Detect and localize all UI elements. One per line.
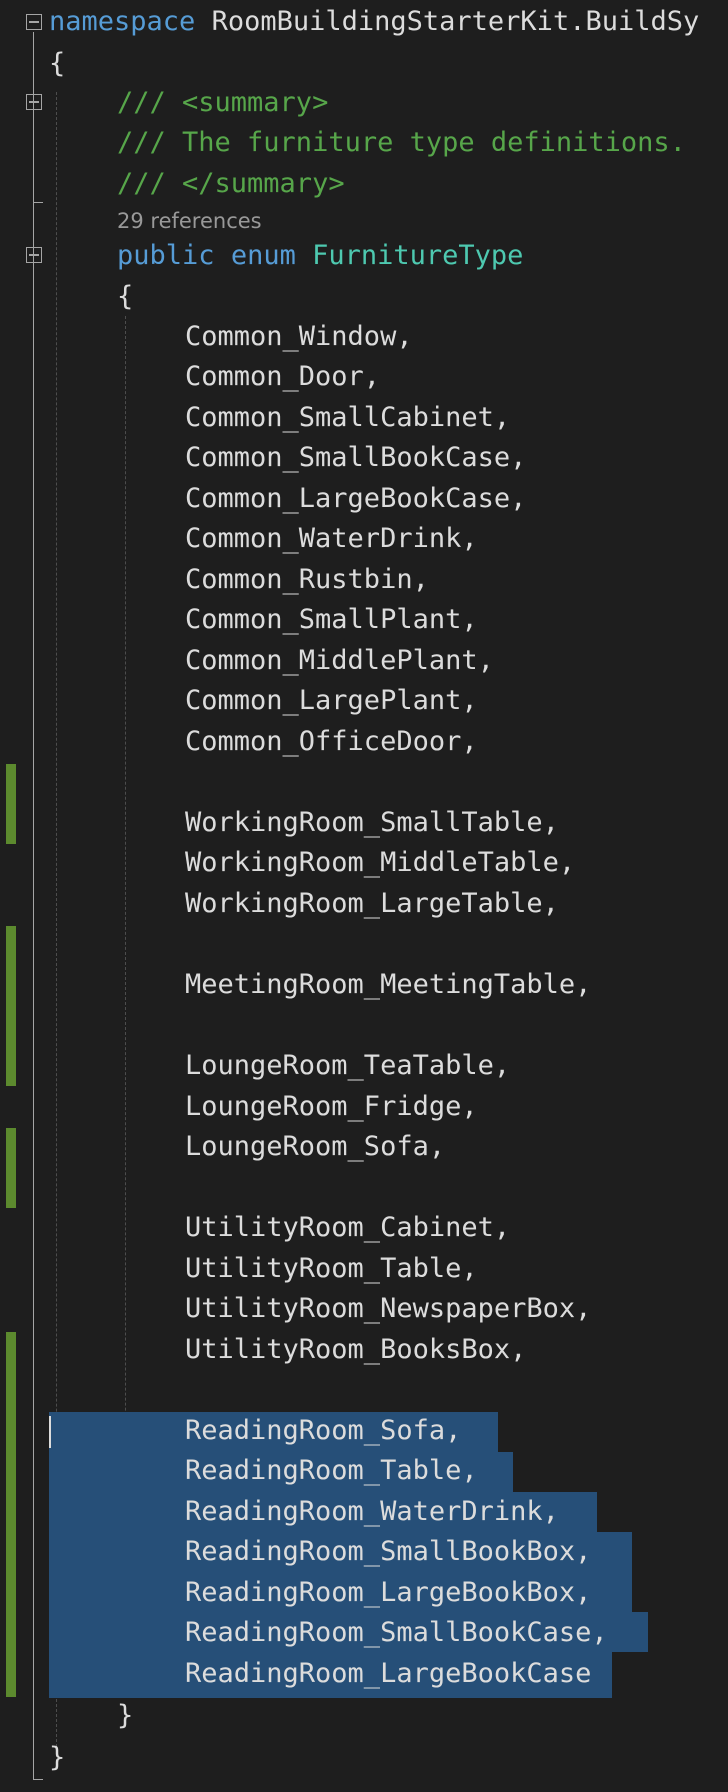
code-line[interactable]: Common_SmallCabinet, [0,398,728,438]
open-brace: { [117,281,134,312]
enum-member: Common_Rustbin, [185,564,429,595]
code-line[interactable]: UtilityRoom_NewspaperBox, [0,1289,728,1329]
code-line[interactable]: Common_MiddlePlant, [0,641,728,681]
enum-declaration: public enum FurnitureType [117,236,523,276]
enum-member: WorkingRoom_SmallTable, [185,807,559,838]
code-line[interactable]: LoungeRoom_Sofa, [0,1127,728,1167]
enum-member: ReadingRoom_WaterDrink, [185,1496,559,1527]
code-line[interactable]: WorkingRoom_LargeTable, [0,884,728,924]
doc-comment: /// The furniture type definitions. [117,127,686,158]
code-line[interactable]: Common_OfficeDoor, [0,722,728,762]
code-line[interactable]: /// </summary> [0,164,728,204]
code-line[interactable]: Common_Door, [0,357,728,397]
code-line[interactable]: /// The furniture type definitions. [0,123,728,163]
code-line[interactable]: ReadingRoom_LargeBookCase [0,1654,728,1694]
namespace-name: RoomBuildingStarterKit.BuildSy [211,6,700,37]
keyword: public [117,240,215,271]
code-line[interactable]: UtilityRoom_Cabinet, [0,1208,728,1248]
code-line[interactable]: LoungeRoom_TeaTable, [0,1046,728,1086]
code-line[interactable]: LoungeRoom_Fridge, [0,1087,728,1127]
code-line[interactable]: UtilityRoom_BooksBox, [0,1330,728,1370]
code-line[interactable]: Common_SmallPlant, [0,600,728,640]
code-line[interactable]: } [0,1696,728,1736]
enum-member: UtilityRoom_Cabinet, [185,1212,511,1243]
code-line[interactable]: Common_WaterDrink, [0,519,728,559]
codelens-references[interactable]: 29 references [117,206,262,236]
keyword: namespace [49,6,196,37]
code-line[interactable]: UtilityRoom_Table, [0,1249,728,1289]
open-brace: { [49,48,66,79]
enum-member: ReadingRoom_SmallBookCase, [185,1617,608,1648]
outline-end [33,1779,43,1780]
close-brace: } [49,1742,66,1773]
enum-member: ReadingRoom_LargeBookCase [185,1658,592,1689]
doc-comment: /// <summary> [117,87,329,118]
enum-member: Common_SmallPlant, [185,604,478,635]
code-line[interactable]: Common_SmallBookCase, [0,438,728,478]
doc-comment: /// </summary> [117,168,345,199]
enum-member: Common_LargeBookCase, [185,483,527,514]
code-line[interactable]: WorkingRoom_MiddleTable, [0,843,728,883]
enum-member: LoungeRoom_TeaTable, [185,1050,511,1081]
enum-member: UtilityRoom_Table, [185,1253,478,1284]
enum-member: Common_LargePlant, [185,685,478,716]
namespace-declaration: namespace RoomBuildingStarterKit.BuildSy [49,2,699,42]
keyword: enum [230,240,296,271]
enum-member: Common_SmallBookCase, [185,442,527,473]
code-line[interactable]: Common_Window, [0,317,728,357]
code-line[interactable]: ReadingRoom_SmallBookBox, [0,1532,728,1572]
code-line[interactable]: ReadingRoom_Table, [0,1451,728,1491]
code-line[interactable]: Common_LargePlant, [0,681,728,721]
enum-member: WorkingRoom_LargeTable, [185,888,559,919]
code-line[interactable]: MeetingRoom_MeetingTable, [0,965,728,1005]
enum-member: Common_OfficeDoor, [185,726,478,757]
enum-member: Common_MiddlePlant, [185,645,494,676]
enum-member: LoungeRoom_Sofa, [185,1131,446,1162]
code-line[interactable]: { [0,44,728,84]
type-name: FurnitureType [312,240,524,271]
code-editor[interactable]: namespace RoomBuildingStarterKit.BuildSy… [0,0,728,1792]
code-line[interactable]: Common_LargeBookCase, [0,479,728,519]
enum-member: ReadingRoom_SmallBookBox, [185,1536,592,1567]
code-line[interactable]: /// <summary> [0,83,728,123]
enum-member: MeetingRoom_MeetingTable, [185,969,592,1000]
code-line[interactable]: namespace RoomBuildingStarterKit.BuildSy [0,2,728,42]
close-brace: } [117,1700,134,1731]
enum-member: ReadingRoom_Table, [185,1455,478,1486]
code-line[interactable]: ReadingRoom_WaterDrink, [0,1492,728,1532]
enum-member: UtilityRoom_NewspaperBox, [185,1293,592,1324]
enum-member: ReadingRoom_LargeBookBox, [185,1577,592,1608]
enum-member: LoungeRoom_Fridge, [185,1091,478,1122]
code-line[interactable]: ReadingRoom_Sofa, [0,1411,728,1451]
enum-member: Common_SmallCabinet, [185,402,511,433]
enum-member: Common_Door, [185,361,381,392]
code-line[interactable]: public enum FurnitureType [0,236,728,276]
code-line[interactable]: ReadingRoom_LargeBookBox, [0,1573,728,1613]
code-line[interactable]: Common_Rustbin, [0,560,728,600]
enum-member: Common_WaterDrink, [185,523,478,554]
enum-member: UtilityRoom_BooksBox, [185,1334,527,1365]
code-line[interactable]: ReadingRoom_SmallBookCase, [0,1613,728,1653]
code-line[interactable]: { [0,277,728,317]
enum-member: Common_Window, [185,321,413,352]
code-line[interactable]: } [0,1738,728,1778]
code-line[interactable]: WorkingRoom_SmallTable, [0,803,728,843]
enum-member: WorkingRoom_MiddleTable, [185,847,576,878]
enum-member: ReadingRoom_Sofa, [185,1415,462,1446]
